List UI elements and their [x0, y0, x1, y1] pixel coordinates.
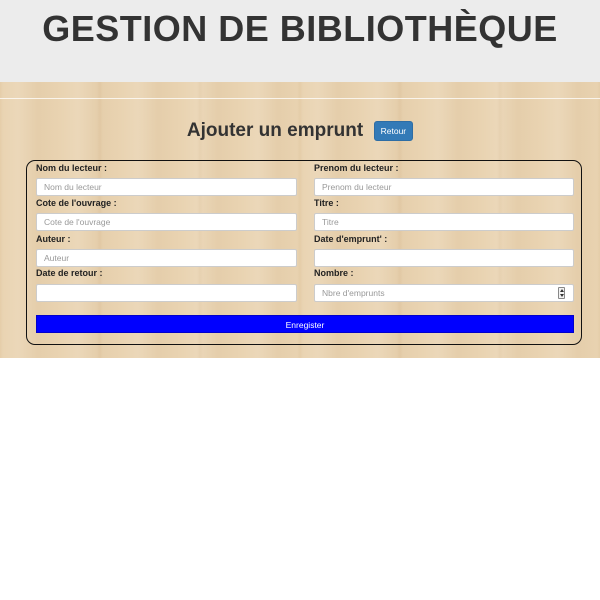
spinner-up-arrow-icon[interactable]: [560, 289, 564, 292]
cote-ouvrage-input[interactable]: [36, 213, 297, 231]
label-nom-lecteur: Nom du lecteur :: [36, 163, 108, 173]
titre-input[interactable]: [314, 213, 574, 231]
page-heading-row: Ajouter un emprunt Retour: [0, 120, 600, 142]
prenom-lecteur-input[interactable]: [314, 178, 574, 196]
divider: [0, 98, 600, 99]
label-nombre: Nombre :: [314, 268, 354, 278]
spinner-arrows-icon[interactable]: [558, 287, 565, 299]
label-date-emprunt: Date d'emprunt' :: [314, 234, 388, 244]
page-subtitle: Ajouter un emprunt: [186, 120, 364, 141]
label-auteur: Auteur :: [36, 234, 71, 244]
app-header: GESTION DE BIBLIOTHÈQUE: [0, 0, 600, 82]
nom-lecteur-input[interactable]: [36, 178, 297, 196]
spinner-down-arrow-icon[interactable]: [560, 294, 564, 297]
label-cote-ouvrage: Cote de l'ouvrage :: [36, 198, 117, 208]
auteur-input[interactable]: [36, 249, 297, 267]
submit-button[interactable]: Enregister: [36, 315, 574, 333]
label-prenom-lecteur: Prenom du lecteur :: [314, 163, 399, 173]
date-emprunt-input[interactable]: [314, 249, 574, 267]
nombre-input[interactable]: [314, 284, 574, 302]
date-retour-input[interactable]: [36, 284, 297, 302]
back-button[interactable]: Retour: [373, 121, 414, 141]
label-titre: Titre :: [314, 198, 339, 208]
label-date-retour: Date de retour :: [36, 268, 103, 278]
app-title: GESTION DE BIBLIOTHÈQUE: [42, 8, 558, 49]
